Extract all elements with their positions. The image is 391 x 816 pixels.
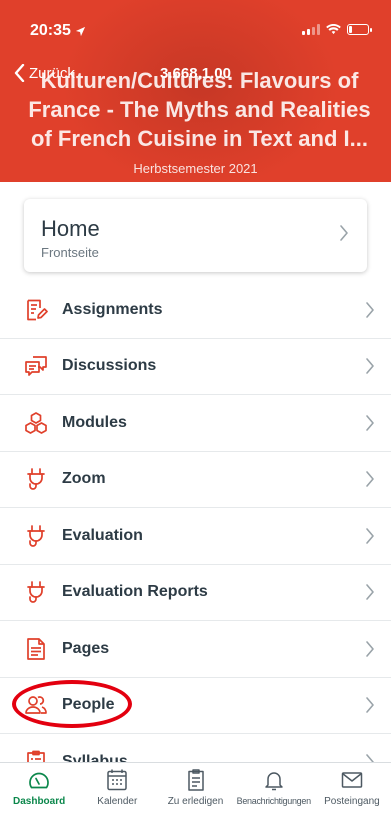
chevron-right-icon xyxy=(366,414,374,431)
menu-item-modules[interactable]: Modules xyxy=(0,395,391,452)
people-icon xyxy=(25,696,47,715)
bell-icon xyxy=(264,772,283,791)
menu-item-people[interactable]: People xyxy=(0,678,391,734)
chevron-right-icon xyxy=(366,358,374,375)
semester-label: Herbstsemester 2021 xyxy=(133,161,258,176)
home-subtitle: Frontseite xyxy=(41,245,99,260)
course-code: 3.668,1.00 xyxy=(160,65,231,82)
course-header: 20:35 Kulturen/Cultures: Flavours of Fra… xyxy=(0,0,391,182)
menu-item-assignments[interactable]: Assignments xyxy=(0,282,391,339)
chevron-right-icon xyxy=(366,527,374,544)
tab-notifications[interactable]: Benachrichtigungen xyxy=(235,763,313,816)
discussion-icon xyxy=(25,356,47,377)
status-icons xyxy=(302,24,372,35)
menu-item-zoom[interactable]: Zoom xyxy=(0,452,391,508)
home-card[interactable]: Home Frontseite xyxy=(24,199,367,272)
modules-icon xyxy=(25,411,47,434)
page-icon xyxy=(27,637,45,660)
plug-icon xyxy=(27,524,45,547)
menu-item-evaluation[interactable]: Evaluation xyxy=(0,508,391,565)
battery-icon xyxy=(347,24,372,35)
chevron-right-icon xyxy=(366,301,374,318)
dashboard-icon xyxy=(29,772,49,789)
status-time: 20:35 xyxy=(30,22,86,40)
todo-icon xyxy=(187,769,204,791)
tab-todo[interactable]: Zu erledigen xyxy=(156,763,234,816)
chevron-right-icon xyxy=(366,640,374,657)
home-title: Home xyxy=(41,216,100,241)
calendar-icon xyxy=(107,769,128,791)
location-arrow-icon xyxy=(75,26,86,36)
course-navigation-list: Assignments Discussions Modules Zoom Eva… xyxy=(0,282,391,791)
inbox-icon xyxy=(341,772,363,788)
chevron-right-icon xyxy=(340,225,348,241)
bottom-tab-bar: Dashboard Kalender Zu erledigen Benachri… xyxy=(0,762,391,816)
menu-item-pages[interactable]: Pages xyxy=(0,621,391,678)
wifi-icon xyxy=(326,24,341,35)
cellular-signal-icon xyxy=(302,24,320,35)
status-bar: 20:35 xyxy=(0,0,391,56)
chevron-right-icon xyxy=(366,697,374,714)
menu-item-evaluation-reports[interactable]: Evaluation Reports xyxy=(0,565,391,621)
menu-item-discussions[interactable]: Discussions xyxy=(0,339,391,395)
tab-dashboard[interactable]: Dashboard xyxy=(0,763,78,816)
tab-inbox[interactable]: Posteingang xyxy=(313,763,391,816)
chevron-right-icon xyxy=(366,471,374,488)
tab-calendar[interactable]: Kalender xyxy=(78,763,156,816)
plug-icon xyxy=(27,581,45,604)
chevron-right-icon xyxy=(366,584,374,601)
plug-icon xyxy=(27,468,45,491)
assignment-icon xyxy=(27,299,48,321)
